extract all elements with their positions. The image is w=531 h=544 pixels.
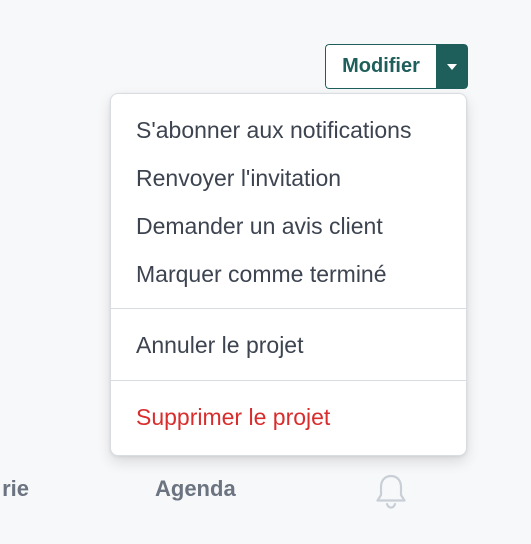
menu-group-cancel: Annuler le projet (111, 309, 466, 380)
menu-item-delete-project[interactable]: Supprimer le projet (111, 393, 466, 441)
tab-partial[interactable]: rie (0, 476, 29, 502)
caret-down-icon (447, 63, 457, 70)
menu-group-main: S'abonner aux notifications Renvoyer l'i… (111, 106, 466, 308)
edit-split-button: Modifier (325, 44, 468, 89)
menu-item-cancel-project[interactable]: Annuler le projet (111, 321, 466, 369)
menu-group-delete: Supprimer le projet (111, 381, 466, 441)
menu-item-resend-invitation[interactable]: Renvoyer l'invitation (111, 154, 466, 202)
edit-dropdown-toggle[interactable] (436, 44, 468, 89)
bell-icon[interactable] (374, 472, 408, 510)
tab-agenda[interactable]: Agenda (155, 476, 236, 502)
actions-dropdown-menu: S'abonner aux notifications Renvoyer l'i… (110, 93, 467, 456)
page: Modifier S'abonner aux notifications Ren… (0, 0, 531, 544)
menu-item-request-review[interactable]: Demander un avis client (111, 202, 466, 250)
menu-item-subscribe-notifications[interactable]: S'abonner aux notifications (111, 106, 466, 154)
edit-button[interactable]: Modifier (325, 44, 436, 89)
menu-item-mark-complete[interactable]: Marquer comme terminé (111, 250, 466, 298)
